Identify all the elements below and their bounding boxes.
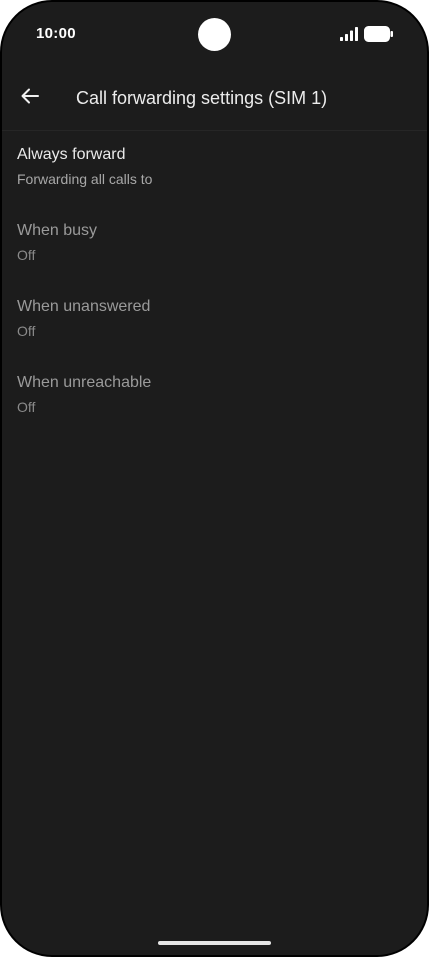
screen: 10:00 Call forwarding settings (SIM 1) A… <box>2 2 427 955</box>
home-indicator[interactable] <box>158 941 271 945</box>
setting-title: Always forward <box>17 146 126 163</box>
arrow-left-icon <box>21 88 39 104</box>
setting-title: When unanswered <box>17 298 151 315</box>
front-camera-cutout <box>198 18 231 51</box>
setting-when-unreachable[interactable]: When unreachable Off <box>2 359 427 435</box>
setting-summary: Off <box>17 247 36 263</box>
setting-summary: Forwarding all calls to <box>17 171 153 187</box>
status-bar: 10:00 <box>2 2 427 66</box>
setting-summary: Off <box>17 323 36 339</box>
battery-icon <box>364 26 393 42</box>
setting-title: When busy <box>17 222 98 239</box>
setting-summary: Off <box>17 399 36 415</box>
app-bar: Call forwarding settings (SIM 1) <box>2 66 427 131</box>
setting-when-unanswered[interactable]: When unanswered Off <box>2 283 427 359</box>
setting-always-forward[interactable]: Always forward Forwarding all calls to <box>2 131 427 207</box>
page-title: Call forwarding settings (SIM 1) <box>76 88 328 108</box>
setting-title: When unreachable <box>17 374 152 391</box>
signal-icon <box>340 27 358 41</box>
settings-list: Always forward Forwarding all calls to W… <box>2 131 427 435</box>
phone-frame: 10:00 Call forwarding settings (SIM 1) A… <box>0 0 429 957</box>
setting-when-busy[interactable]: When busy Off <box>2 207 427 283</box>
status-time: 10:00 <box>36 25 76 42</box>
back-button[interactable] <box>14 80 46 112</box>
